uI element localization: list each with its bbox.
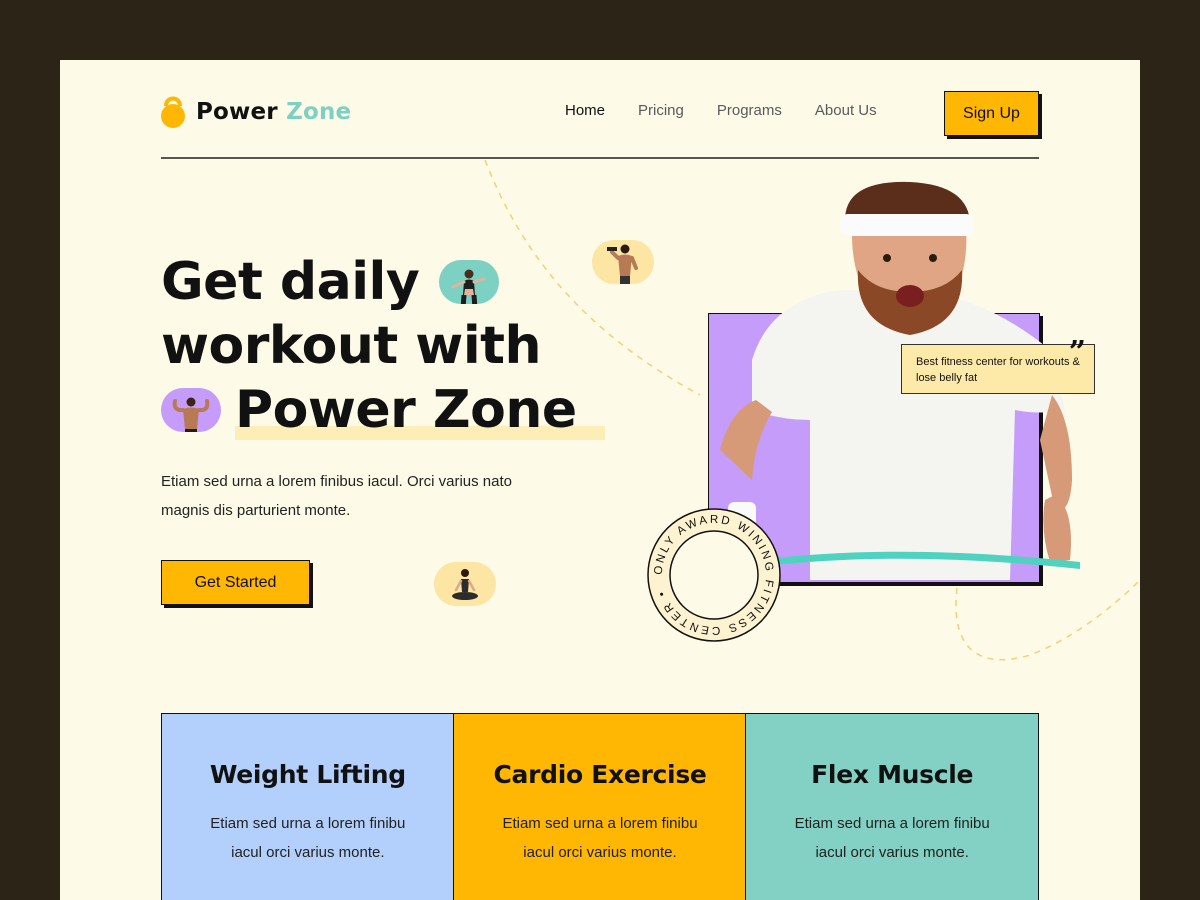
landing-page: Power Zone Home Pricing Programs About U… (60, 60, 1140, 900)
woman-fitness-figure (451, 269, 486, 304)
sign-up-button[interactable]: Sign Up (944, 91, 1039, 136)
hero-title: Get daily workout with Power Zone (161, 250, 605, 442)
card-weight-lifting[interactable]: Weight Lifting Etiam sed urna a lorem fi… (161, 713, 455, 900)
nav-programs[interactable]: Programs (717, 102, 782, 119)
card-title: Weight Lifting (209, 760, 406, 789)
card-text: Etiam sed urna a lorem finibu iacul orci… (502, 815, 698, 861)
hero-description: Etiam sed urna a lorem finibus iacul. Or… (161, 473, 512, 519)
card-title: Cardio Exercise (493, 760, 707, 789)
hero-title-line3: Power Zone (235, 380, 577, 440)
header-divider (161, 157, 1039, 159)
brand-name-part1: Power (196, 99, 278, 125)
quote-box: Best fitness center for workouts & lose … (901, 335, 1095, 394)
get-started-button[interactable]: Get Started (161, 560, 310, 605)
hero-title-highlight: Power Zone (235, 378, 605, 442)
quote-icon: ” (1068, 335, 1086, 370)
award-badge: ONLY AWARD WINING FITNESS CENTER • (647, 508, 781, 642)
bodybuilder-figure (172, 397, 210, 432)
program-cards: Weight Lifting Etiam sed urna a lorem fi… (161, 713, 1040, 900)
card-flex-muscle[interactable]: Flex Muscle Etiam sed urna a lorem finib… (745, 713, 1040, 900)
nav-about-us[interactable]: About Us (815, 102, 877, 119)
brand-name-part2: Zone (286, 99, 352, 125)
bodybuilder-image (161, 388, 221, 432)
card-title: Flex Muscle (811, 760, 974, 789)
main-nav: Home Pricing Programs About Us (565, 102, 877, 119)
woman-fitness-image (439, 260, 500, 304)
kettlebell-icon (161, 96, 185, 128)
dumbbell-man-figure (607, 244, 638, 284)
card-text: Etiam sed urna a lorem finibu iacul orci… (210, 815, 406, 861)
dumbbell-man-image (592, 240, 654, 284)
hero-title-line2: workout with (161, 316, 542, 376)
hero-title-line1: Get daily (161, 252, 420, 312)
nav-home[interactable]: Home (565, 102, 605, 119)
yoga-figure (452, 569, 478, 600)
quote-text: Best fitness center for workouts & lose … (916, 356, 1080, 384)
brand-name: Power Zone (196, 99, 351, 125)
card-cardio-exercise[interactable]: Cardio Exercise Etiam sed urna a lorem f… (453, 713, 747, 900)
brand-logo[interactable]: Power Zone (160, 94, 351, 130)
yoga-image (434, 562, 496, 606)
nav-pricing[interactable]: Pricing (638, 102, 684, 119)
card-text: Etiam sed urna a lorem finibu iacul orci… (794, 815, 990, 861)
